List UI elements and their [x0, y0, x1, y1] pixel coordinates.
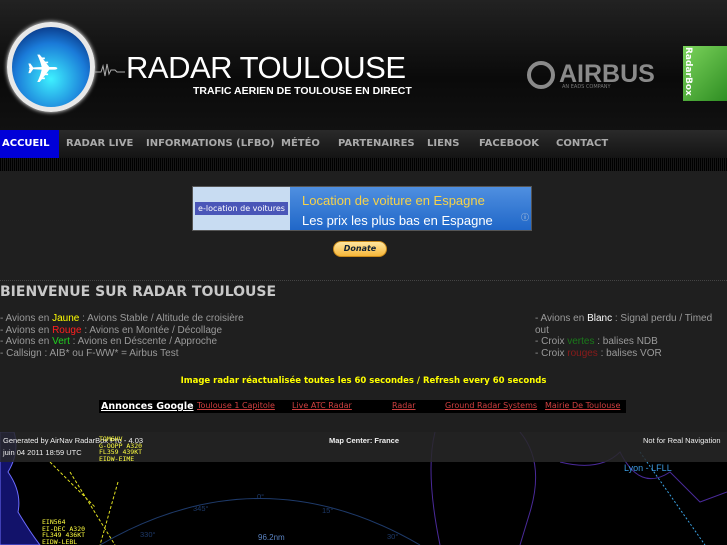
bearing-label: 0° [257, 492, 265, 501]
ad-line-2: Les prix les plus bas en Espagne [302, 213, 493, 228]
city-label: Lyon - LFLL [624, 463, 672, 473]
nav-contact[interactable]: CONTACT [556, 130, 608, 158]
radarbox-logo[interactable]: RadarBox [683, 46, 727, 101]
site-title: RADAR TOULOUSE [126, 50, 406, 85]
logo[interactable]: ✈ [7, 22, 95, 112]
ad-link[interactable]: Mairie De Toulouse [545, 401, 620, 410]
legend-item: - Avions en Jaune : Avions Stable / Alti… [0, 313, 244, 325]
nav-partenaires[interactable]: PARTENAIRES [338, 130, 415, 158]
ad-logo-text: e-location de voitures [195, 202, 288, 215]
nav-facebook[interactable]: FACEBOOK [479, 130, 539, 158]
refresh-notice: Image radar réactualisée toutes les 60 s… [180, 376, 547, 386]
text-segment: : balises VOR [597, 348, 662, 360]
ad-link[interactable]: Radar [392, 401, 416, 410]
legend-item: - Callsign : AIB* ou F-WW* = Airbus Test [0, 348, 179, 360]
radar-date: juin 04 2011 18:59 UTC [3, 448, 82, 457]
radar-disclaimer: Not for Real Navigation [643, 436, 721, 445]
text-segment: : Avions en Déscente / Approche [69, 336, 218, 348]
nav-informations[interactable]: INFORMATIONS (LFBO) [146, 130, 275, 158]
range-label: 96.2nm [258, 533, 285, 542]
text-segment: EIDW-EIME [99, 454, 135, 463]
legend-item: - Croix vertes : balises NDB [535, 336, 727, 348]
legend-item: - Avions en Blanc : Signal perdu / Timed… [535, 313, 727, 336]
bearing-label: 30° [387, 532, 399, 541]
text-segment: Vert [52, 336, 70, 348]
site-subtitle: TRAFIC AERIEN DE TOULOUSE EN DIRECT [193, 85, 412, 97]
flight-label: TOM6HV G-OOPP A320 FL359 439KT EIDW-EIME [99, 436, 142, 462]
donate-button[interactable]: Donate [333, 241, 387, 257]
ad-line-1: Location de voiture en Espagne [302, 193, 485, 208]
divider [0, 280, 727, 281]
text-segment: : Avions Stable / Altitude de croisière [79, 313, 244, 324]
google-ads-bar: Annonces Google Toulouse 1 Capitole Live… [99, 400, 626, 413]
radar-center: Map Center: France [329, 436, 400, 445]
bearing-label: 345° [193, 504, 209, 513]
airbus-tagline: AN EADS COMPANY [562, 84, 611, 90]
bearing-label: 15° [322, 506, 334, 515]
nav-meteo[interactable]: MÉTÉO [281, 130, 320, 158]
ad-logo: e-location de voitures [193, 187, 290, 230]
ad-link[interactable]: Ground Radar Systems [445, 401, 537, 410]
text-segment: - Croix [535, 336, 568, 348]
ad-text: Location de voiture en Espagne Les prix … [290, 187, 531, 230]
text-segment: - Avions en [0, 313, 53, 324]
text-segment: - Avions en [535, 313, 588, 324]
legend-right: - Avions en Blanc : Signal perdu / Timed… [535, 313, 727, 360]
welcome-heading: BIENVENUE SUR RADAR TOULOUSE [0, 284, 277, 300]
nav-radar-live[interactable]: RADAR LIVE [66, 130, 133, 158]
ad-info-icon[interactable]: ⓘ [521, 208, 529, 228]
text-segment: - Avions en [0, 336, 53, 348]
google-ads-label[interactable]: Annonces Google [101, 401, 194, 412]
airplane-icon: ✈ [26, 47, 60, 93]
legend-left: - Avions en Jaune : Avions Stable / Alti… [0, 313, 244, 360]
text-segment: EIDW-LEBL [42, 537, 78, 545]
header: ✈ RADAR TOULOUSE TRAFIC AERIEN DE TOULOU… [0, 0, 727, 130]
text-segment: vertes [567, 336, 595, 348]
legend-item: - Croix rouges : balises VOR [535, 348, 727, 360]
ad-link[interactable]: Toulouse 1 Capitole [197, 401, 275, 410]
text-segment: - Avions en [0, 324, 53, 336]
nav-accueil[interactable]: ACCUEIL [0, 130, 60, 158]
text-segment: : balises NDB [594, 336, 658, 348]
text-segment: : Avions en Montée / Décollage [81, 324, 223, 336]
text-segment: rouges [567, 348, 598, 360]
ad-banner[interactable]: e-location de voitures Location de voitu… [192, 186, 532, 231]
text-segment: Rouge [52, 324, 82, 336]
main-nav: ACCUEIL RADAR LIVE INFORMATIONS (LFBO) M… [0, 130, 727, 158]
text-segment: Jaune [52, 313, 80, 324]
text-segment: Blanc [587, 313, 613, 324]
ad-link[interactable]: Live ATC Radar [292, 401, 352, 410]
nav-liens[interactable]: LIENS [427, 130, 460, 158]
legend-item: - Avions en Vert : Avions en Déscente / … [0, 336, 244, 348]
pulse-wave-icon [95, 63, 125, 77]
nav-divider [0, 158, 727, 171]
airbus-emblem-icon [527, 60, 555, 89]
text-segment: - Croix [535, 348, 568, 360]
legend-item: - Avions en Rouge : Avions en Montée / D… [0, 325, 244, 337]
radar-image[interactable]: Generated by AirNav RadarBox Pro - 4.03 … [0, 432, 727, 545]
bearing-label: 330° [140, 530, 156, 539]
flight-label: EIN564 EI-DEC A320 FL349 436KT EIDW-LEBL [42, 519, 85, 545]
